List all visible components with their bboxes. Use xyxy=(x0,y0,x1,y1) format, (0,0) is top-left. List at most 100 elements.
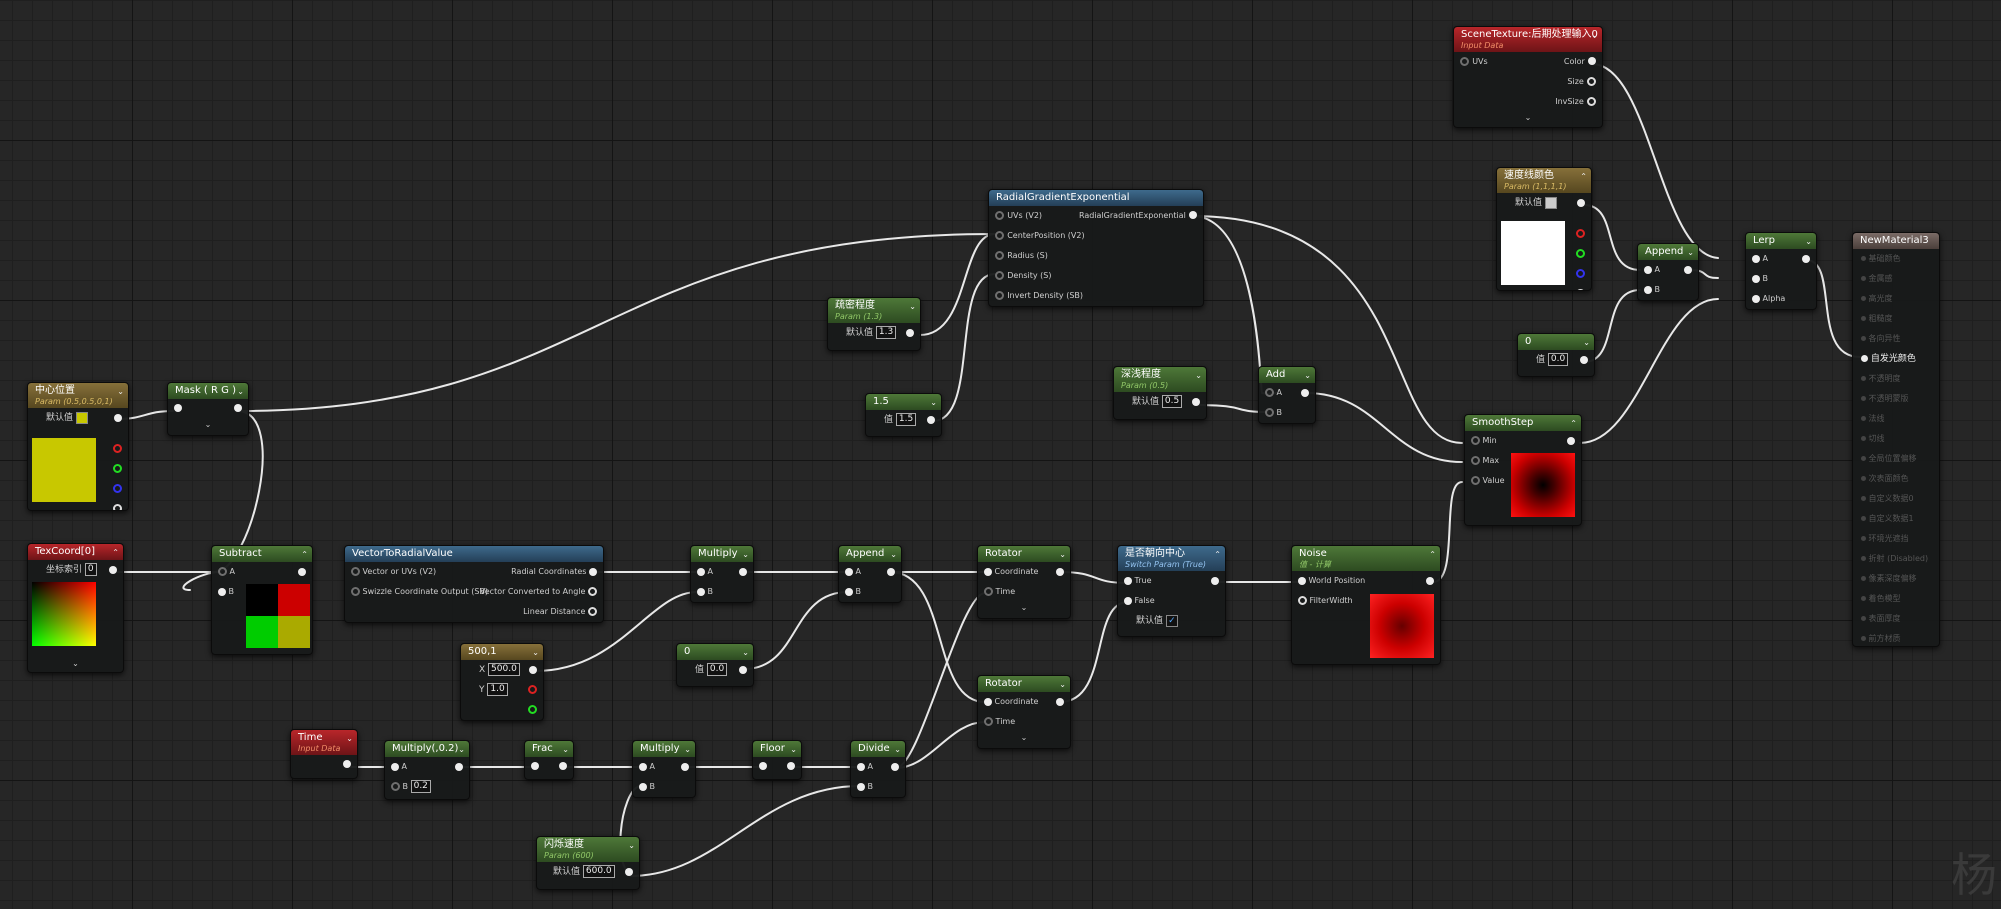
color-swatch[interactable] xyxy=(1501,221,1565,285)
chevron-up-icon[interactable]: ⌃ xyxy=(112,547,119,559)
output-pin-icon[interactable] xyxy=(739,567,747,576)
pin-icon[interactable] xyxy=(1460,56,1469,66)
pin-icon[interactable] xyxy=(1861,596,1866,601)
output-a-pin-icon[interactable] xyxy=(113,503,122,510)
node-header[interactable]: Mask ( R G ) ⌄ xyxy=(168,383,248,399)
input-pin-icon[interactable] xyxy=(174,404,182,412)
output-b-pin-icon[interactable] xyxy=(113,483,122,493)
chevron-down-icon[interactable]: ⌄ xyxy=(562,744,569,756)
pin-icon[interactable] xyxy=(1471,436,1480,445)
node-header[interactable]: Time Input Data ⌄ xyxy=(291,730,357,755)
pin-icon[interactable] xyxy=(995,290,1004,300)
output-pin-icon[interactable] xyxy=(588,607,597,616)
pin-icon[interactable] xyxy=(1861,556,1866,561)
flash-speed-param-node[interactable]: 闪烁速度 Param (600) ⌄ 默认值 600.0 xyxy=(536,836,640,890)
output-pin-icon[interactable] xyxy=(906,328,914,337)
pin-icon[interactable] xyxy=(1861,376,1866,381)
frac-node[interactable]: Frac ⌄ xyxy=(524,740,574,780)
pin-icon[interactable] xyxy=(995,230,1004,240)
chevron-down-icon[interactable]: ⌄ xyxy=(1591,30,1598,42)
material-input-row[interactable]: 不透明度 xyxy=(1853,369,1939,389)
chevron-down-icon[interactable]: ⌄ xyxy=(930,397,937,409)
pin-icon[interactable] xyxy=(1265,408,1274,417)
chevron-down-icon[interactable]: ⌄ xyxy=(532,647,539,659)
output-pin-icon[interactable] xyxy=(1580,355,1588,364)
constant-zero-top-node[interactable]: 0 ⌄ 值 0.0 xyxy=(1517,333,1595,377)
chevron-down-icon[interactable]: ⌄ xyxy=(1059,679,1066,691)
floor-node[interactable]: Floor ⌄ xyxy=(752,740,802,780)
pin-icon[interactable] xyxy=(1861,436,1866,441)
output-pin-icon[interactable] xyxy=(927,415,935,424)
output-pin-icon[interactable] xyxy=(887,567,895,576)
output-pin-icon[interactable] xyxy=(455,762,463,771)
pin-icon[interactable] xyxy=(1861,416,1866,421)
pin-icon[interactable] xyxy=(218,587,226,596)
pin-icon[interactable] xyxy=(1861,576,1866,581)
chevron-up-icon[interactable]: ⌃ xyxy=(1580,171,1587,183)
output-pin-icon[interactable] xyxy=(1189,211,1197,219)
multiply-node[interactable]: Multiply ⌄ A B xyxy=(690,545,754,603)
output-pin-icon[interactable] xyxy=(625,867,633,876)
pin-icon[interactable] xyxy=(1861,616,1866,621)
scene-texture-node[interactable]: SceneTexture:后期处理输入0 Input Data ⌄ UVs Color… xyxy=(1453,26,1603,128)
pin-icon[interactable] xyxy=(1752,254,1760,263)
material-input-row[interactable]: 粗糙度 xyxy=(1853,309,1939,329)
output-pin-icon[interactable] xyxy=(891,762,899,771)
material-input-row[interactable]: 着色模型 xyxy=(1853,589,1939,609)
divide-node[interactable]: Divide ⌄ A B xyxy=(850,740,906,798)
material-input-row[interactable]: 像素深度偏移 xyxy=(1853,569,1939,589)
material-output-node[interactable]: NewMaterial3 基础颜色 金属感 高光度 粗糙度 各向异性 自发光颜色… xyxy=(1852,232,1940,647)
pin-icon[interactable] xyxy=(1861,296,1866,301)
node-header[interactable]: Noise 值 - 计算 ⌃ xyxy=(1292,546,1440,571)
pin-icon[interactable] xyxy=(1588,57,1596,65)
node-header[interactable]: Append ⌄ xyxy=(1638,244,1698,260)
chevron-up-icon[interactable]: ⌃ xyxy=(1214,549,1221,561)
pin-icon[interactable] xyxy=(857,762,865,771)
node-header[interactable]: TexCoord[0] ⌃ xyxy=(28,544,123,560)
value-field[interactable]: 1.3 xyxy=(875,326,897,339)
output-pin-icon[interactable] xyxy=(1192,397,1200,406)
multiply-node-2[interactable]: Multiply ⌄ A B xyxy=(632,740,696,798)
pin-icon[interactable] xyxy=(984,567,992,576)
pin-icon[interactable] xyxy=(1861,516,1866,521)
output-pin-icon[interactable] xyxy=(114,413,122,422)
default-checkbox[interactable]: ✓ xyxy=(1165,614,1178,627)
input-uvs[interactable]: UVs Color xyxy=(1454,52,1602,72)
output-pin-icon[interactable] xyxy=(1567,436,1575,445)
node-header[interactable]: 0 ⌄ xyxy=(677,644,753,660)
constant-1-5-node[interactable]: 1.5 ⌄ 值 1.5 xyxy=(865,393,942,437)
pin-icon[interactable] xyxy=(995,210,1004,220)
pin-icon[interactable] xyxy=(1861,496,1866,501)
pin-icon[interactable] xyxy=(1861,476,1866,481)
pin-icon[interactable] xyxy=(1124,576,1132,585)
constant-zero-node[interactable]: 0 ⌄ 值 0.0 xyxy=(676,643,754,687)
node-header[interactable]: 深浅程度 Param (0.5) ⌄ xyxy=(1114,367,1206,392)
pin-icon[interactable] xyxy=(639,782,647,791)
y-value-field[interactable]: 1.0 xyxy=(487,683,508,696)
color-swatch[interactable] xyxy=(32,438,96,502)
texcoord-node[interactable]: TexCoord[0] ⌃ 坐标索引 0 ⌄ xyxy=(27,543,124,673)
output-r-pin-icon[interactable] xyxy=(1576,228,1585,238)
chevron-down-icon[interactable]: ⌄ xyxy=(909,301,916,313)
output-r-pin-icon[interactable] xyxy=(113,443,122,453)
add-node[interactable]: Add ⌄ A B xyxy=(1258,366,1316,424)
pin-icon[interactable] xyxy=(218,567,227,576)
material-input-row[interactable]: 金属感 xyxy=(1853,269,1939,289)
input-density[interactable]: Density (S) xyxy=(989,266,1203,286)
expand-chevron-icon[interactable]: ⌄ xyxy=(978,732,1070,744)
append-node[interactable]: Append ⌄ A B xyxy=(838,545,902,603)
pin-icon[interactable] xyxy=(391,782,400,791)
chevron-down-icon[interactable]: ⌄ xyxy=(1195,370,1202,382)
output-pin-icon[interactable] xyxy=(681,762,689,771)
chevron-down-icon[interactable]: ⌄ xyxy=(458,744,465,756)
color-picker-icon[interactable] xyxy=(1544,196,1557,209)
material-input-row[interactable]: 表面厚度 xyxy=(1853,609,1939,629)
chevron-down-icon[interactable]: ⌄ xyxy=(237,386,244,398)
pin-icon[interactable] xyxy=(1587,76,1596,86)
x-value-field[interactable]: 500.0 xyxy=(488,663,520,676)
node-header[interactable]: SmoothStep ⌃ xyxy=(1465,415,1581,431)
chevron-up-icon[interactable]: ⌃ xyxy=(1570,418,1577,430)
density-param-node[interactable]: 疏密程度 Param (1.3) ⌄ 默认值 1.3 xyxy=(827,297,921,351)
input-pin-icon[interactable] xyxy=(759,762,767,770)
pin-icon[interactable] xyxy=(1861,316,1866,321)
